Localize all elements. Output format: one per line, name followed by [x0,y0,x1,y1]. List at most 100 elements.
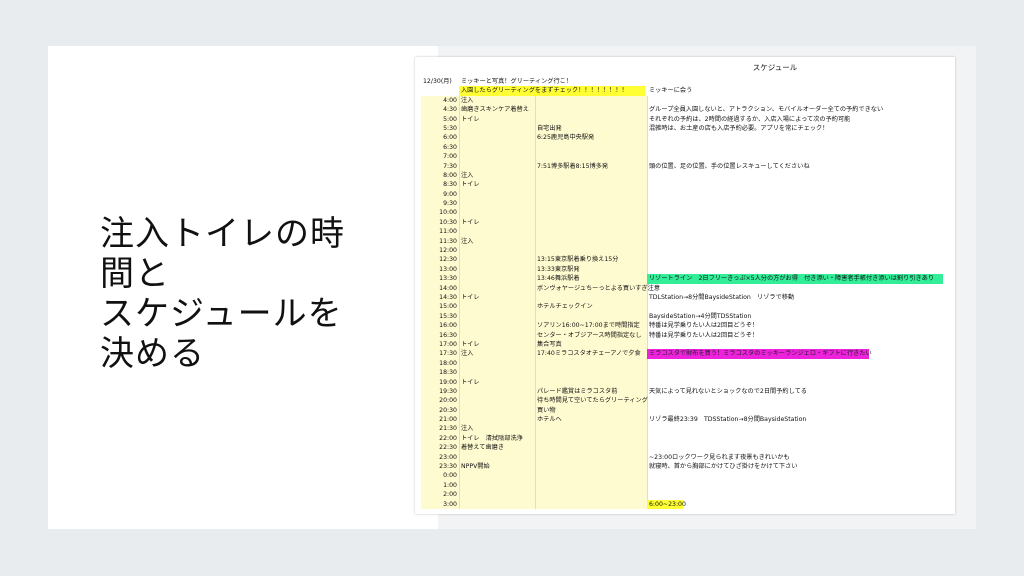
table-row: 13:30 13:46舞浜駅着 リゾートライン 2日フリーきっぷ×5人分の方がお得 … [415,274,955,284]
note-cell [647,180,947,189]
table-row: 7:00 [415,152,955,162]
note-cell [647,284,947,293]
table-row: 0:00 [415,471,955,481]
plan-cell [535,152,647,161]
note-cell [647,227,947,236]
plan-cell: 17:40ミラコスタオチェーアノで夕食 [537,350,641,358]
table-row: 22:00 トイレ 清拭陰部洗浄 [415,433,955,444]
plan-cell: 買い物 [537,406,556,414]
activity-cell: トイレ [461,218,480,226]
plan-cell [535,180,647,189]
time-cell: 21:00 [439,416,457,424]
plan-cell [535,105,647,114]
table-row: 16:30 センター・オブジアース時間指定なし 特番は見学乗りたい人は2回目どうぞ！ [415,330,955,340]
activity-cell: トイレ 清拭陰部洗浄 [461,434,523,442]
table-row: 5:30 自宅出発 混雑時は、お土産の店も入店予約必要。アプリを常にチェック！ [415,123,955,134]
plan-cell [535,208,647,217]
plan-cell: 6:25鹿児島中央駅発 [537,134,595,142]
activity-cell [459,133,535,142]
table-row: 23:30 NPPV開始 就寝時、首から胸部にかけてひざ掛けをかけて下さい [415,462,955,472]
note-cell [647,255,947,264]
activity-cell [459,415,535,424]
plan-cell [535,218,647,227]
activity-cell [459,321,535,330]
time-cell: 12:30 [439,256,457,264]
note-cell [647,246,947,255]
activity-cell [459,406,535,415]
table-row: 2:00 [415,490,955,500]
activity-cell [459,255,535,264]
table-row: 10:00 [415,208,955,218]
plan-cell [535,462,647,471]
time-cell: 20:30 [439,406,457,414]
table-row: 6:00 6:25鹿児島中央駅発 [415,133,955,143]
activity-cell [459,274,535,283]
note-cell [647,359,947,368]
time-cell: 7:30 [443,162,457,170]
time-cell: 1:00 [443,481,457,489]
table-row: 21:00 ホテルへ リゾラ最終23:39 TDSStation→8分間Baysid… [415,415,955,425]
activity-cell [459,143,535,152]
time-cell: 17:30 [439,350,457,358]
time-cell: 16:30 [439,331,457,339]
activity-cell [459,284,535,293]
time-cell: 6:30 [443,143,457,151]
table-row: 16:00 ソアリン16:00~17:00まで時間指定 特番は見学乗りたい人は2回目… [415,321,955,331]
note-cell [647,190,947,199]
time-cell: 19:30 [439,387,457,395]
sheet-title: スケジュール [752,63,798,72]
banner-right-cell: ミッキーに会う [649,87,693,95]
activity-cell [459,368,535,377]
note-cell [647,368,947,377]
time-cell: 22:00 [439,434,457,442]
activity-cell [459,302,535,311]
table-row: 4:30 歯磨きスキンケア着替え グループ全員入園しないと、アトラクション、モバイル… [415,105,955,115]
table-row: 17:00 トイレ 集合写真 [415,339,955,350]
activity-cell [459,453,535,462]
note-cell: グループ全員入園しないと、アトラクション、モバイルオーダー全ての予約できない [649,106,884,114]
activity-cell: NPPV開始 [461,463,490,471]
note-cell [647,424,947,433]
note-cell [647,443,947,452]
time-cell: 9:30 [443,200,457,208]
activity-cell: トイレ [461,181,480,189]
plan-cell: 13:33東京駅発 [537,265,580,273]
note-cell [647,302,947,311]
table-row: 14:30 トイレ TDLStation→8分間BaysideStation リゾラ… [415,292,955,303]
note-cell [647,199,947,208]
plan-cell [535,453,647,462]
plan-cell: センター・オブジアース時間指定なし [537,331,642,339]
note-cell [647,96,947,105]
time-cell: 13:30 [439,275,457,283]
plan-cell [535,143,647,152]
plan-cell [535,368,647,377]
plan-cell: 13:15東京駅着乗り換え15分 [537,256,619,264]
table-row: 19:30 パレード鑑賞はミラコスタ前 天気によって見れないとショックなので2日間予… [415,386,955,397]
plan-cell [535,115,647,124]
table-row: 11:00 [415,227,955,237]
table-row: 12:30 13:15東京駅着乗り換え15分 [415,255,955,265]
activity-cell [459,152,535,161]
table-row: 5:00 トイレ それぞれの予約は、2時間の経過するか、入店入場によって次の予約可能 [415,114,955,124]
table-row: 1:00 [415,480,955,491]
table-row: 10:30 トイレ [415,217,955,228]
note-cell: 就寝時、首から胸部にかけてひざ掛けをかけて下さい [649,463,798,471]
note-cell: ~23:00ロックワーク見られます夜景もきれいかも [649,453,790,461]
table-row: 23:00 ~23:00ロックワーク見られます夜景もきれいかも [415,452,955,463]
note-cell: 特番は見学乗りたい人は2回目どうぞ！ [649,331,759,339]
time-cell: 18:00 [439,359,457,367]
table-row: 9:00 [415,189,955,200]
note-cell [647,152,947,161]
activity-cell: 歯磨きスキンケア着替え [461,106,529,114]
date-note: ミッキーと写真！グリーティング行こ！ [461,78,573,85]
table-row: 3:00 6:00~23:00 [415,499,955,509]
time-cell: 8:00 [443,171,457,179]
plan-cell: 13:46舞浜駅着 [537,275,580,283]
table-row: 15:30 BaysideStation→4分間TDSStation [415,311,955,322]
activity-cell [459,471,535,480]
note-cell [647,406,947,415]
note-cell [647,265,947,274]
plan-cell [535,293,647,302]
table-row: 6:30 [415,142,955,153]
plan-cell: パレード鑑賞はミラコスタ前 [537,387,618,395]
